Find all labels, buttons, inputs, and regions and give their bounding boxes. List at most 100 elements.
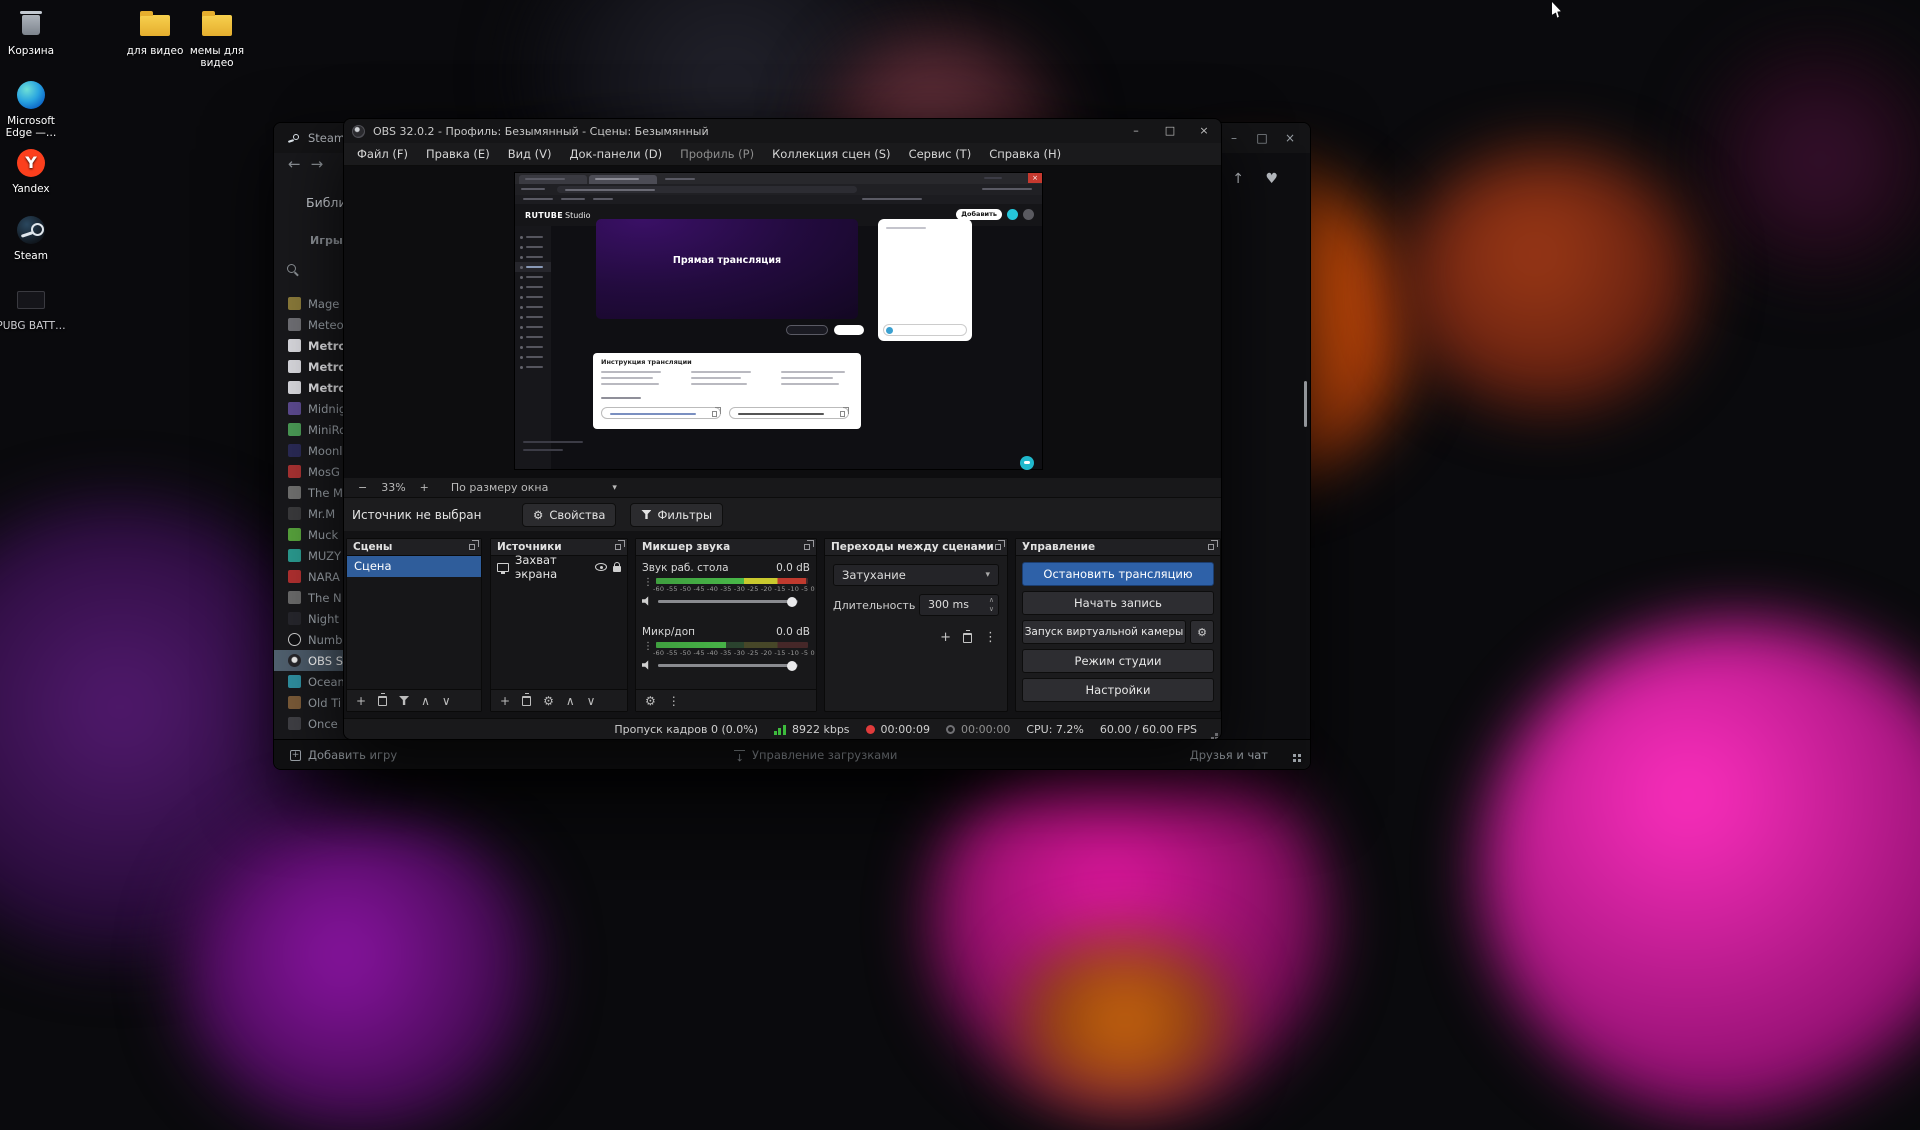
volume-slider[interactable] xyxy=(658,600,798,603)
resize-grip[interactable] xyxy=(1215,733,1218,736)
zoom-fit-select[interactable]: По размеру окна xyxy=(451,481,548,494)
desktop-icon-recycle-bin[interactable]: Корзина xyxy=(0,8,69,57)
add-source-button[interactable]: + xyxy=(500,694,510,708)
stream-key-field xyxy=(601,407,721,419)
speaker-icon[interactable] xyxy=(642,660,652,670)
channel-level: 0.0 dB xyxy=(776,562,810,575)
spin-down-icon[interactable]: ∨ xyxy=(989,605,994,614)
close-button[interactable]: × xyxy=(1187,119,1221,143)
advanced-audio-icon[interactable]: ⚙ xyxy=(645,694,656,708)
back-button[interactable]: ← xyxy=(288,155,301,173)
desktop-icon-folder-memes[interactable]: мемы для видео xyxy=(179,8,255,69)
chevron-down-icon[interactable]: ▾ xyxy=(612,483,617,493)
popout-icon[interactable] xyxy=(1208,544,1214,550)
stream-url-field xyxy=(729,407,849,419)
channel-menu-icon[interactable]: ⋮ xyxy=(643,641,653,652)
add-transition-button[interactable]: + xyxy=(940,630,951,645)
stop-streaming-button[interactable]: Остановить трансляцию xyxy=(1022,562,1214,586)
desktop-icon-yandex[interactable]: Y Yandex xyxy=(0,146,69,195)
zoom-out-button[interactable]: − xyxy=(358,481,367,494)
rutube-logo-suffix: Studio xyxy=(565,211,590,220)
minimize-button[interactable]: – xyxy=(1220,123,1248,153)
icon-label: Microsoft Edge —… xyxy=(6,115,57,139)
page-up-icon[interactable]: ↑ xyxy=(1232,171,1244,187)
friends-chat-button[interactable]: Друзья и чат xyxy=(1190,740,1268,770)
steam-app-label[interactable]: Steam xyxy=(308,131,345,145)
remove-source-button[interactable] xyxy=(522,696,531,706)
source-item[interactable]: Захват экрана xyxy=(491,556,627,578)
minimize-button[interactable]: – xyxy=(1119,119,1153,143)
move-source-up-button[interactable]: ∧ xyxy=(566,694,575,708)
popout-icon[interactable] xyxy=(995,544,1001,550)
scene-item-selected[interactable]: Сцена xyxy=(347,556,481,577)
maximize-button[interactable]: □ xyxy=(1153,119,1187,143)
forward-button[interactable]: → xyxy=(311,155,324,173)
rutube-logo: RUTUBE xyxy=(525,211,563,220)
zoom-in-button[interactable]: + xyxy=(420,481,429,494)
menu-help[interactable]: Справка (H) xyxy=(980,147,1070,161)
popout-icon[interactable] xyxy=(804,544,810,550)
desktop-icon-steam[interactable]: Steam xyxy=(0,213,69,262)
lock-icon[interactable] xyxy=(613,566,621,572)
menu-scene-collection[interactable]: Коллекция сцен (S) xyxy=(763,147,899,161)
studio-mode-button[interactable]: Режим студии xyxy=(1022,649,1214,673)
friends-label: Друзья и чат xyxy=(1190,748,1268,762)
folder-icon xyxy=(202,15,232,36)
steam-icon xyxy=(17,216,45,244)
add-game-button[interactable]: + Добавить игру xyxy=(290,740,397,770)
menu-profile[interactable]: Профиль (P) xyxy=(671,147,763,161)
downloads-button[interactable]: ↑ Управление загрузками xyxy=(734,740,897,770)
filters-button[interactable]: Фильтры xyxy=(630,503,723,527)
move-source-down-button[interactable]: ∨ xyxy=(587,694,596,708)
menu-docks[interactable]: Док-панели (D) xyxy=(561,147,672,161)
visibility-eye-icon[interactable] xyxy=(595,563,607,571)
move-scene-down-button[interactable]: ∨ xyxy=(442,694,451,708)
move-scene-up-button[interactable]: ∧ xyxy=(421,694,430,708)
source-properties-button[interactable]: ⚙ xyxy=(543,694,554,708)
remove-transition-button[interactable] xyxy=(963,633,972,643)
game-icon xyxy=(288,696,301,709)
transition-select[interactable]: Затухание ▾ xyxy=(833,564,999,586)
virtual-camera-settings-button[interactable]: ⚙ xyxy=(1190,620,1214,644)
scene-filters-button[interactable] xyxy=(399,696,409,705)
signal-icon xyxy=(774,725,786,735)
virtual-camera-button[interactable]: Запуск виртуальной камеры xyxy=(1022,620,1186,644)
game-name: Old Ti xyxy=(308,696,341,710)
start-recording-button[interactable]: Начать запись xyxy=(1022,591,1214,615)
menu-view[interactable]: Вид (V) xyxy=(499,147,561,161)
scrollbar-thumb[interactable] xyxy=(1304,381,1307,427)
search-icon[interactable] xyxy=(287,264,296,273)
properties-button[interactable]: ⚙ Свойства xyxy=(522,503,616,527)
menu-tools[interactable]: Сервис (T) xyxy=(900,147,981,161)
controls-dock: Управление Остановить трансляцию Начать … xyxy=(1015,538,1221,712)
heart-icon[interactable]: ♥ xyxy=(1265,171,1278,187)
menu-edit[interactable]: Правка (E) xyxy=(417,147,499,161)
sources-dock: Источники Захват экрана + ⚙ ∧ ∨ xyxy=(490,538,628,712)
add-scene-button[interactable]: + xyxy=(356,694,366,708)
speaker-icon[interactable] xyxy=(642,596,652,606)
close-button[interactable]: × xyxy=(1276,123,1304,153)
stream-banner-title: Прямая трансляция xyxy=(596,255,858,266)
popout-icon[interactable] xyxy=(469,544,475,550)
channel-menu-icon[interactable]: ⋮ xyxy=(643,577,653,588)
game-icon xyxy=(288,297,301,310)
settings-button[interactable]: Настройки xyxy=(1022,678,1214,702)
popout-icon[interactable] xyxy=(615,544,621,550)
spin-up-icon[interactable]: ∧ xyxy=(989,596,994,605)
volume-slider[interactable] xyxy=(658,664,798,667)
db-scale: -60 -55 -50 -45 -40 -35 -30 -25 -20 -15 … xyxy=(653,585,811,593)
duration-input[interactable]: 300 ms ∧∨ xyxy=(919,594,999,616)
friends-list-toggle[interactable] xyxy=(1293,740,1296,770)
desktop-icon-pubg[interactable]: PUBG BATT… xyxy=(0,283,69,332)
desktop-icon-edge[interactable]: Microsoft Edge —… xyxy=(0,78,69,139)
transition-menu-icon[interactable]: ⋮ xyxy=(984,630,997,645)
yandex-icon: Y xyxy=(17,149,45,177)
streaming-indicator-icon xyxy=(866,725,875,734)
maximize-button[interactable]: □ xyxy=(1248,123,1276,153)
remove-scene-button[interactable] xyxy=(378,696,387,706)
obs-titlebar[interactable]: OBS 32.0.2 - Профиль: Безымянный - Сцены… xyxy=(344,119,1221,143)
mixer-menu-icon[interactable]: ⋮ xyxy=(668,694,680,708)
game-name: Ocean xyxy=(308,675,345,689)
preview-area[interactable]: × RUTUBE Studio Добавить xyxy=(344,166,1221,478)
menu-file[interactable]: Файл (F) xyxy=(348,147,417,161)
